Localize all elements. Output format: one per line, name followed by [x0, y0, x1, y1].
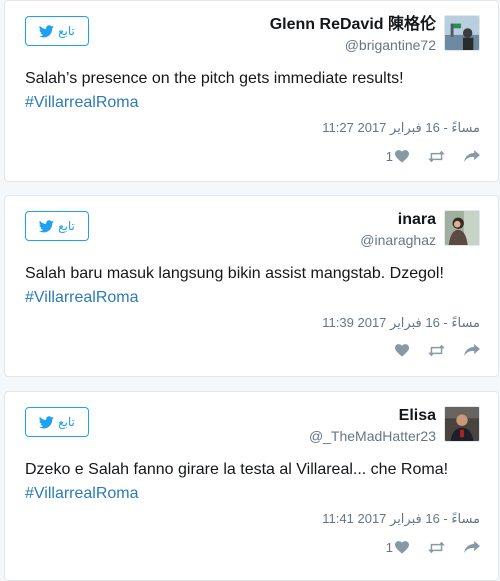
user-handle[interactable]: @inaraghaz — [360, 230, 436, 250]
reply-button[interactable] — [464, 344, 480, 357]
retweet-icon — [428, 541, 445, 554]
avatar[interactable] — [444, 15, 480, 51]
tweet-card: تابع Elisa @_TheMadHatter23 Dzeko e Sala… — [4, 391, 499, 581]
tweet-author[interactable]: Glenn ReDavid 陳格伦 @brigantine72 — [270, 15, 480, 55]
retweet-icon — [428, 344, 445, 357]
heart-icon — [395, 150, 409, 163]
tweet-author[interactable]: Elisa @_TheMadHatter23 — [309, 406, 480, 446]
tweet-card: تابع inara @inaraghaz Salah baru masuk l… — [4, 195, 499, 377]
like-count: 1 — [385, 149, 393, 164]
heart-icon — [395, 541, 409, 554]
follow-label: تابع — [58, 219, 75, 233]
tweet-actions — [393, 344, 480, 357]
user-handle[interactable]: @_TheMadHatter23 — [309, 426, 436, 446]
tweet-text: Salah’s presence on the pitch gets immed… — [25, 70, 404, 111]
reply-icon — [464, 541, 480, 554]
tweet-author[interactable]: inara @inaraghaz — [360, 210, 480, 250]
like-button[interactable]: 1 — [386, 540, 409, 555]
display-name[interactable]: Elisa — [309, 406, 436, 426]
display-name[interactable]: inara — [360, 210, 436, 230]
reply-icon — [464, 150, 480, 163]
avatar[interactable] — [444, 210, 480, 246]
tweet-text: Dzeko e Salah fanno girare la testa al V… — [25, 461, 449, 502]
twitter-bird-icon — [39, 219, 54, 232]
follow-label: تابع — [58, 415, 75, 429]
retweet-icon — [428, 150, 445, 163]
retweet-button[interactable] — [427, 344, 446, 357]
avatar[interactable] — [444, 406, 480, 442]
twitter-bird-icon — [39, 24, 54, 37]
follow-button[interactable]: تابع — [25, 16, 89, 46]
like-button[interactable] — [393, 344, 409, 357]
display-name[interactable]: Glenn ReDavid 陳格伦 — [270, 15, 436, 35]
tweet-timestamp[interactable]: 11:39 مساءً - 16 فبراير 2017 — [322, 315, 480, 331]
follow-button[interactable]: تابع — [25, 407, 89, 437]
hashtag-link[interactable]: #VillarrealRoma — [25, 485, 139, 502]
follow-label: تابع — [58, 24, 75, 38]
twitter-bird-icon — [39, 415, 54, 428]
reply-button[interactable] — [464, 541, 480, 554]
tweet-card: تابع Glenn ReDavid 陳格伦 @brigantine72 Sal… — [4, 0, 499, 182]
like-count: 1 — [385, 540, 393, 555]
tweet-timestamp[interactable]: 11:27 مساءً - 16 فبراير 2017 — [322, 120, 480, 136]
reply-button[interactable] — [464, 150, 480, 163]
tweet-actions: 1 — [386, 540, 480, 555]
retweet-button[interactable] — [427, 541, 446, 554]
reply-icon — [464, 344, 480, 357]
hashtag-link[interactable]: #VillarrealRoma — [25, 289, 139, 306]
heart-icon — [395, 344, 409, 357]
hashtag-link[interactable]: #VillarrealRoma — [25, 94, 139, 111]
tweet-text: Salah baru masuk langsung bikin assist m… — [25, 265, 444, 306]
like-button[interactable]: 1 — [386, 149, 409, 164]
tweet-timestamp[interactable]: 11:41 مساءً - 16 فبراير 2017 — [322, 511, 480, 527]
follow-button[interactable]: تابع — [25, 211, 89, 241]
retweet-button[interactable] — [427, 150, 446, 163]
user-handle[interactable]: @brigantine72 — [270, 35, 436, 55]
tweet-actions: 1 — [386, 149, 480, 164]
